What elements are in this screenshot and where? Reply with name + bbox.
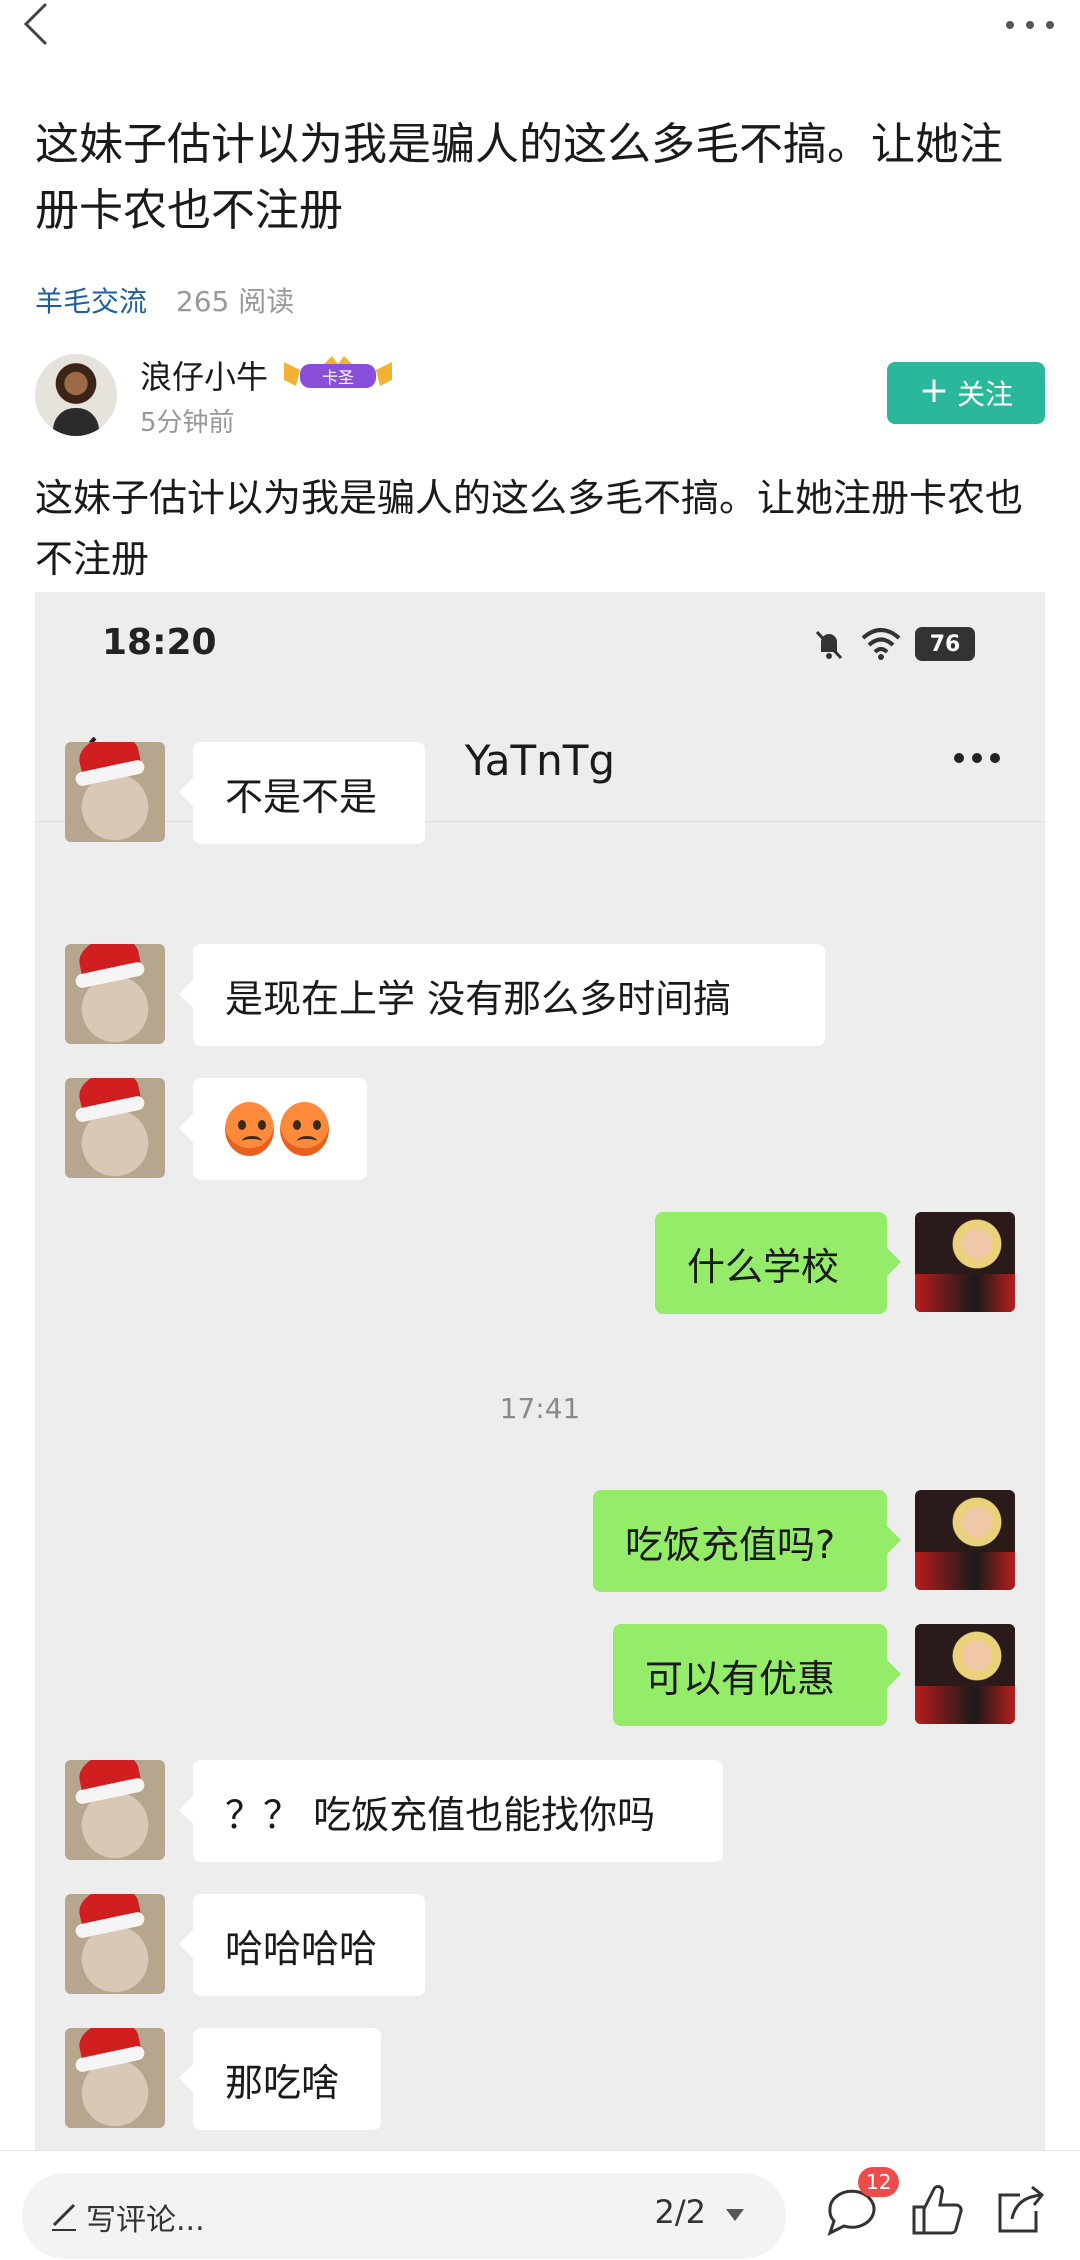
comment-input[interactable]: 写评论... 2/2: [22, 2173, 786, 2259]
sticker-bubble: [179, 1078, 367, 1180]
crying-emoji-icon: [225, 1102, 274, 1156]
battery-icon: 76: [915, 627, 975, 661]
category-link[interactable]: 羊毛交流: [35, 285, 147, 318]
comment-count-badge: 12: [858, 2167, 900, 2197]
crying-emoji-icon: [280, 1102, 329, 1156]
back-icon[interactable]: [18, 0, 58, 50]
contact-avatar: [65, 742, 165, 842]
post-meta: 羊毛交流 265 阅读: [35, 280, 294, 320]
read-count: 265 阅读: [175, 285, 295, 318]
status-icons: 76: [811, 626, 975, 662]
more-icon[interactable]: [1002, 10, 1058, 40]
message-bubble: 是现在上学 没有那么多时间搞: [179, 944, 825, 1046]
message-bubble: 哈哈哈哈: [179, 1894, 425, 1996]
message-bubble-mine: 可以有优惠: [613, 1624, 901, 1726]
chat-more-icon: [954, 753, 1000, 763]
caret-down-icon[interactable]: [724, 2207, 746, 2223]
contact-avatar: [65, 1894, 165, 1994]
share-icon[interactable]: [992, 2181, 1052, 2241]
author-row: 浪仔小牛 卡圣 5分钟前 + 关注: [35, 352, 1045, 442]
contact-avatar: [65, 2028, 165, 2128]
my-avatar: [915, 1624, 1015, 1724]
message-bubble-mine: 什么学校: [655, 1212, 901, 1314]
message-bubble: ？？ 吃饭充值也能找你吗: [179, 1760, 723, 1862]
follow-button[interactable]: + 关注: [887, 362, 1045, 424]
message-bubble-mine: 吃饭充值吗?: [593, 1490, 901, 1592]
my-avatar: [915, 1212, 1015, 1312]
mute-icon: [815, 630, 843, 660]
post-time: 5分钟前: [140, 408, 235, 438]
badge-label: 卡圣: [322, 368, 354, 387]
phone-clock: 18:20: [102, 622, 217, 663]
pen-icon: [52, 2203, 76, 2231]
phone-status-bar: 18:20 76: [35, 592, 1045, 692]
like-icon[interactable]: [908, 2181, 968, 2241]
follow-label: 关注: [957, 378, 1014, 411]
page-indicator[interactable]: 2/2: [655, 2193, 707, 2231]
badge-icon: 卡圣: [284, 356, 392, 388]
plus-icon: +: [918, 370, 950, 411]
post-detail-page: 这妹子估计以为我是骗人的这么多毛不搞。让她注册卡农也不注册 羊毛交流 265 阅…: [0, 0, 1080, 2260]
post-title: 这妹子估计以为我是骗人的这么多毛不搞。让她注册卡农也不注册: [35, 119, 1003, 236]
message-bubble: 那吃啥: [179, 2028, 381, 2130]
author-avatar[interactable]: [35, 354, 117, 436]
author-name[interactable]: 浪仔小牛: [140, 352, 268, 398]
wifi-icon: [861, 628, 901, 660]
message-bubble: 不是不是: [179, 742, 425, 844]
chat-screenshot-image[interactable]: 18:20 76 YaTnTg 不是不是 是现在上学 没有那么多时间搞 什么学校…: [35, 592, 1045, 2152]
contact-avatar: [65, 1078, 165, 1178]
chat-timestamp: 17:41: [499, 1392, 581, 1425]
top-bar: [0, 0, 1080, 60]
contact-avatar: [65, 1760, 165, 1860]
bottom-action-bar: 写评论... 2/2 12: [0, 2150, 1080, 2260]
comment-placeholder: 写评论...: [86, 2203, 205, 2238]
contact-avatar: [65, 944, 165, 1044]
my-avatar: [915, 1490, 1015, 1590]
post-body: 这妹子估计以为我是骗人的这么多毛不搞。让她注册卡农也不注册: [35, 476, 1024, 581]
